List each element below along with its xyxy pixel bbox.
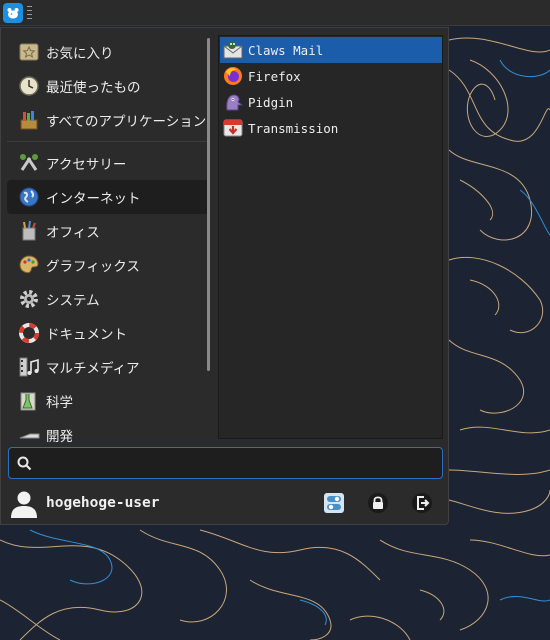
category-internet[interactable]: インターネット [7,180,209,214]
category-label: すべてのアプリケーション [46,114,207,130]
category-label: 最近使ったもの [46,80,141,96]
app-label: Transmission [248,120,339,136]
search-icon [17,456,32,471]
category-label: インターネット [46,191,141,207]
application-menu: お気に入り 最近使ったもの すべてのアプリケーション アクセサリー インターネッ… [0,27,449,525]
category-recent[interactable]: 最近使ったもの [7,69,209,103]
system-gear-icon [16,286,42,312]
category-accessories[interactable]: アクセサリー [7,146,209,180]
multimedia-icon [16,354,42,380]
separator [7,141,209,142]
category-label: お気に入り [46,46,114,62]
user-avatar-icon [11,491,37,518]
category-office[interactable]: オフィス [7,214,209,248]
category-label: 科学 [46,395,73,411]
category-multimedia[interactable]: マルチメディア [7,350,209,384]
documentation-lifebuoy-icon [16,320,42,346]
category-favorites[interactable]: お気に入り [7,35,209,69]
category-label: グラフィックス [46,259,140,275]
logout-button[interactable] [410,491,434,515]
accessories-icon [16,150,42,176]
logout-icon [412,493,432,513]
search-box[interactable] [8,447,443,479]
top-panel [0,0,550,26]
lock-icon [368,493,388,513]
xfce-mouse-icon[interactable] [3,3,23,23]
recent-clock-icon [16,73,42,99]
search-input[interactable] [41,452,435,476]
category-scrollbar[interactable] [207,38,210,371]
category-label: システム [46,293,100,309]
graphics-palette-icon [16,252,42,278]
app-item-firefox[interactable]: Firefox [220,63,442,89]
panel-handle[interactable] [27,6,32,19]
app-item-claws-mail[interactable]: Claws Mail [220,37,442,63]
category-system[interactable]: システム [7,282,209,316]
settings-toggle-icon [324,493,344,513]
lock-screen-button[interactable] [366,491,390,515]
app-item-transmission[interactable]: Transmission [220,115,442,141]
application-list: Claws Mail Firefox Pidgin Transmission [218,35,443,439]
development-icon [16,422,42,445]
all-applications-icon [16,107,42,133]
category-label: マルチメディア [46,361,140,377]
office-icon [16,218,42,244]
category-documentation[interactable]: ドキュメント [7,316,209,350]
category-all-applications[interactable]: すべてのアプリケーション [7,103,209,137]
settings-button[interactable] [322,491,346,515]
category-label: 開発 [46,429,73,445]
category-label: ドキュメント [46,327,127,343]
app-label: Pidgin [248,94,294,110]
category-label: オフィス [46,225,100,241]
app-label: Claws Mail [248,42,324,58]
favorites-icon [16,39,42,65]
claws-mail-icon [222,39,244,61]
app-label: Firefox [248,68,301,84]
category-development[interactable]: 開発 [7,418,209,445]
category-science[interactable]: 科学 [7,384,209,418]
app-item-pidgin[interactable]: Pidgin [220,89,442,115]
user-name: hogehoge-user [46,495,160,511]
science-icon [16,388,42,414]
pidgin-icon [222,91,244,113]
firefox-icon [222,65,244,87]
transmission-icon [222,117,244,139]
category-graphics[interactable]: グラフィックス [7,248,209,282]
category-label: アクセサリー [46,157,127,173]
internet-globe-icon [16,184,42,210]
category-list: お気に入り 最近使ったもの すべてのアプリケーション アクセサリー インターネッ… [7,35,209,445]
